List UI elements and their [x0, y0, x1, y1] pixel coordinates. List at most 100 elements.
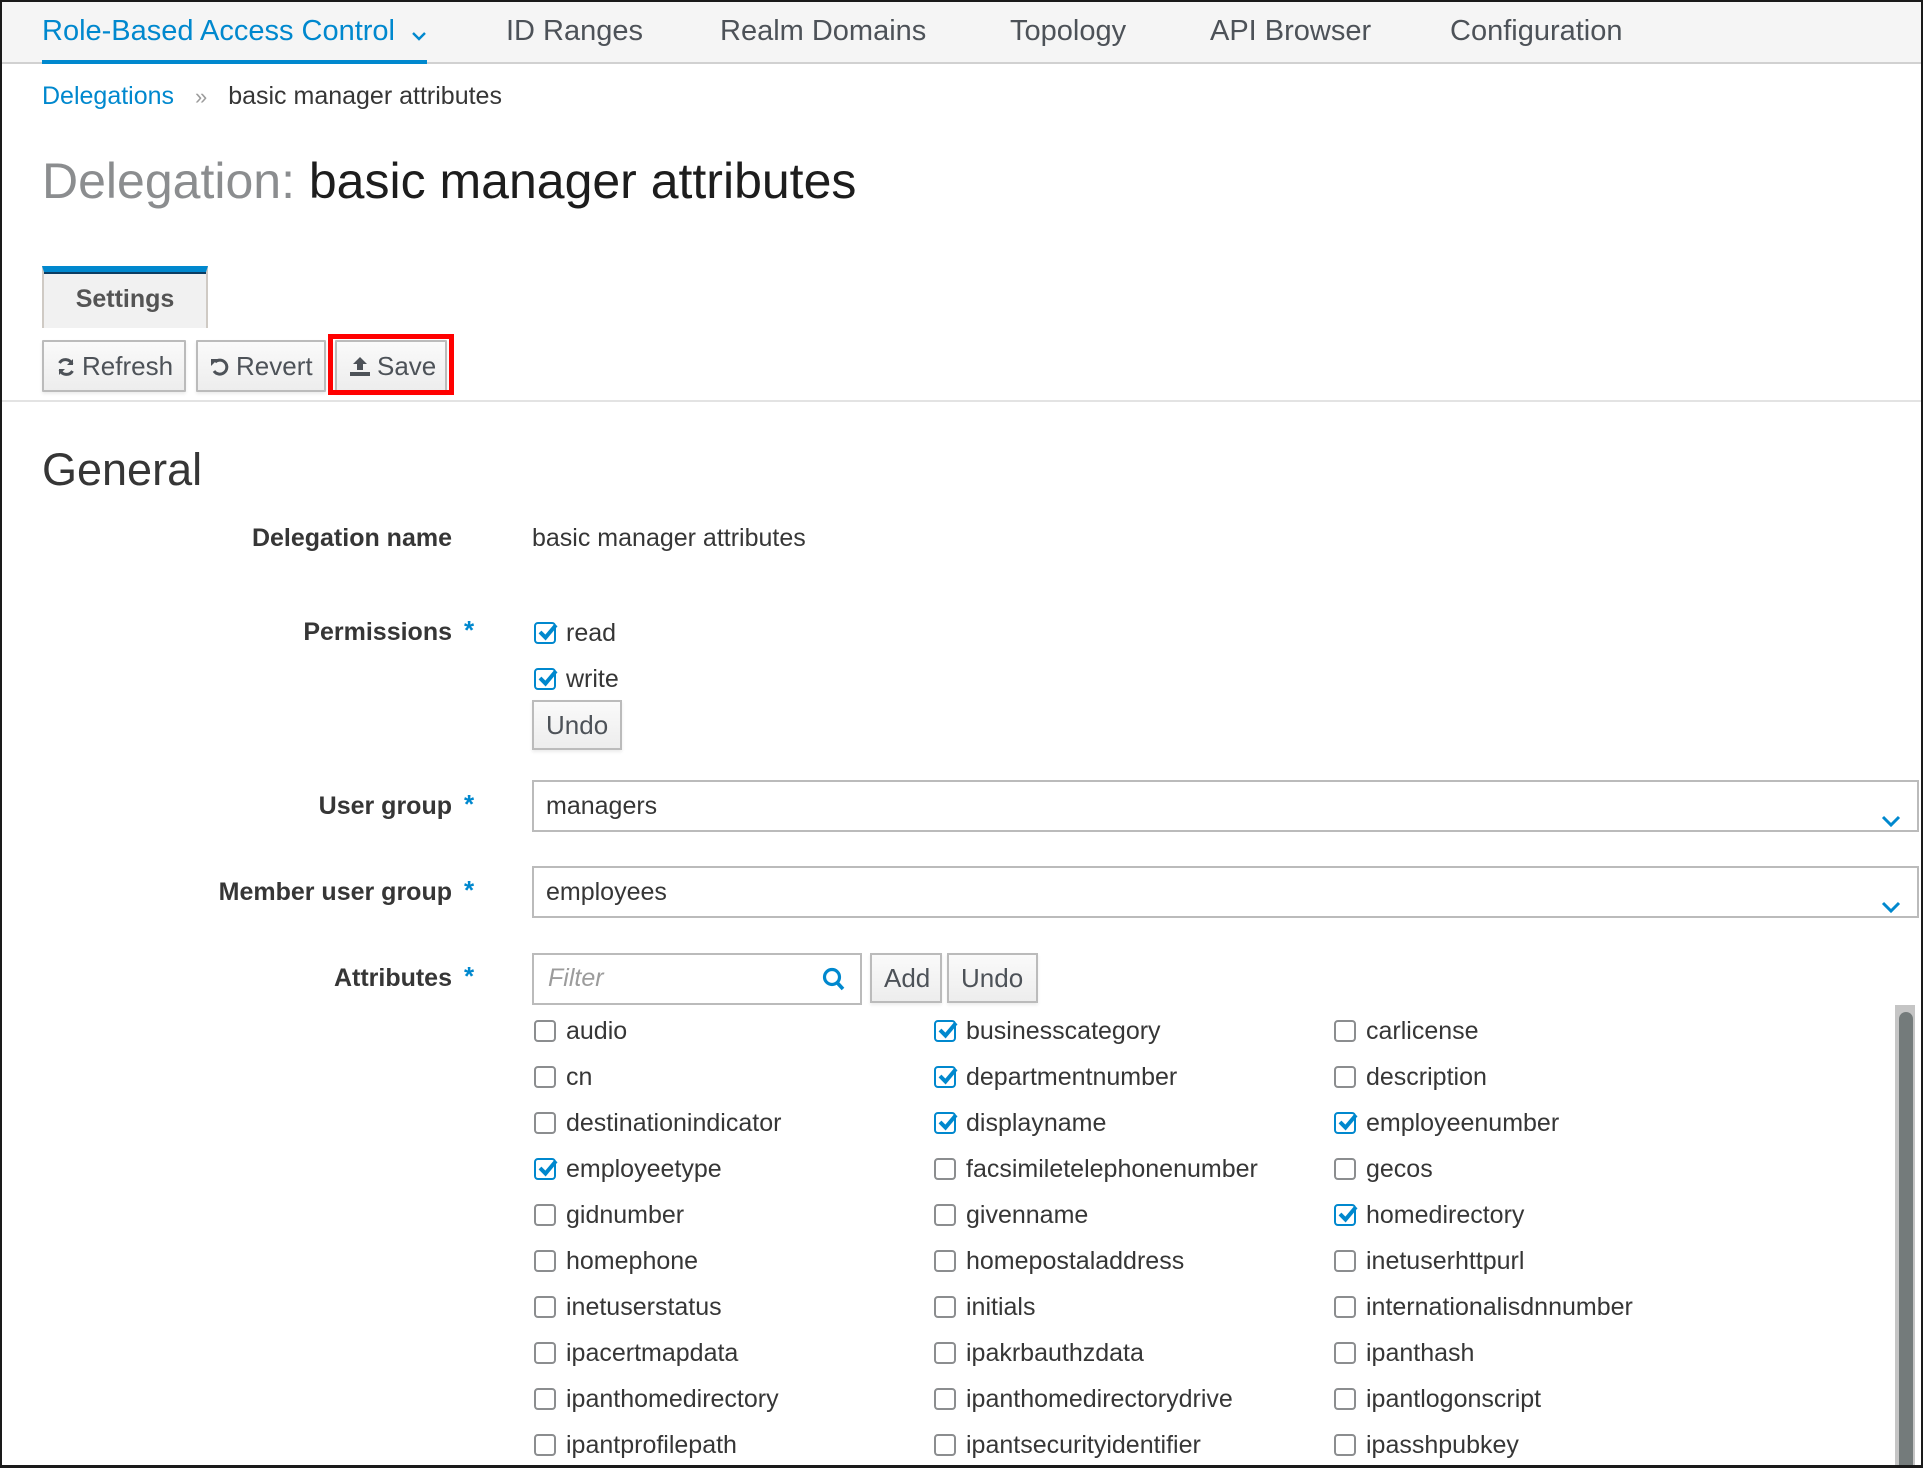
permissions-undo-button[interactable]: Undo: [532, 700, 622, 750]
delegation-name-value: basic manager attributes: [532, 524, 806, 552]
breadcrumb-delegations-link[interactable]: Delegations: [42, 82, 174, 110]
checkbox-checked-icon: [934, 1066, 958, 1089]
attribute-label: businesscategory: [966, 1017, 1161, 1046]
chevron-down-icon: [1881, 796, 1901, 844]
breadcrumb: Delegations » basic manager attributes: [42, 78, 502, 115]
attribute-checkbox-homedirectory[interactable]: homedirectory: [1334, 1197, 1524, 1232]
attribute-checkbox-ipantprofilepath[interactable]: ipantprofilepath: [534, 1427, 737, 1462]
undo-icon: [210, 344, 230, 392]
nav-item-topology[interactable]: Topology: [1010, 2, 1126, 62]
revert-button[interactable]: Revert: [196, 340, 326, 392]
attribute-checkbox-audio[interactable]: audio: [534, 1013, 627, 1048]
save-button[interactable]: Save: [335, 340, 447, 392]
attribute-label: description: [1366, 1063, 1487, 1092]
checkbox-unchecked-icon: [1334, 1388, 1356, 1411]
checkbox-checked-icon: [534, 1158, 558, 1181]
checkbox-checked-icon: [1334, 1204, 1358, 1227]
nav-item-id-ranges[interactable]: ID Ranges: [506, 2, 643, 62]
user-group-select[interactable]: managers: [532, 780, 1919, 832]
attributes-undo-button[interactable]: Undo: [947, 953, 1038, 1003]
checkbox-unchecked-icon: [534, 1342, 556, 1365]
attribute-checkbox-facsimiletelephonenumber[interactable]: facsimiletelephonenumber: [934, 1151, 1258, 1186]
attribute-checkbox-carlicense[interactable]: carlicense: [1334, 1013, 1479, 1048]
attribute-checkbox-departmentnumber[interactable]: departmentnumber: [934, 1059, 1177, 1094]
attribute-label: ipantsecurityidentifier: [966, 1431, 1201, 1460]
attribute-checkbox-inetuserhttpurl[interactable]: inetuserhttpurl: [1334, 1243, 1524, 1278]
attribute-checkbox-employeenumber[interactable]: employeenumber: [1334, 1105, 1559, 1140]
attributes-scrollbar-thumb[interactable]: [1899, 1012, 1913, 1465]
checkbox-unchecked-icon: [534, 1250, 556, 1273]
attribute-checkbox-displayname[interactable]: displayname: [934, 1105, 1106, 1140]
required-marker: *: [464, 961, 475, 991]
checkbox-unchecked-icon: [934, 1434, 956, 1457]
attribute-label: ipanthomedirectorydrive: [966, 1385, 1233, 1414]
nav-item-rbac[interactable]: Role-Based Access Control: [42, 2, 428, 64]
attribute-checkbox-ipasshpubkey[interactable]: ipasshpubkey: [1334, 1427, 1519, 1462]
delegation-name-label: Delegation name: [251, 524, 452, 552]
attribute-label: ipantlogonscript: [1366, 1385, 1542, 1414]
page-title-name: basic manager attributes: [308, 153, 857, 209]
checkbox-unchecked-icon: [1334, 1020, 1356, 1043]
checkbox-checked-icon: [934, 1112, 958, 1135]
attribute-checkbox-ipanthomedirectory[interactable]: ipanthomedirectory: [534, 1381, 779, 1416]
attribute-label: ipacertmapdata: [566, 1339, 739, 1368]
attribute-checkbox-ipantsecurityidentifier[interactable]: ipantsecurityidentifier: [934, 1427, 1201, 1462]
checkbox-unchecked-icon: [1334, 1434, 1356, 1457]
attribute-checkbox-ipakrbauthzdata[interactable]: ipakrbauthzdata: [934, 1335, 1144, 1370]
attribute-checkbox-internationalisdnnumber[interactable]: internationalisdnnumber: [1334, 1289, 1633, 1324]
attribute-checkbox-cn[interactable]: cn: [534, 1059, 592, 1094]
refresh-icon: [56, 344, 76, 392]
checkbox-unchecked-icon: [534, 1020, 556, 1043]
breadcrumb-current: basic manager attributes: [228, 82, 502, 110]
attribute-label: inetuserhttpurl: [1366, 1247, 1525, 1276]
attribute-filter-field: [532, 953, 862, 1005]
nav-item-configuration[interactable]: Configuration: [1450, 2, 1623, 62]
attribute-checkbox-homephone[interactable]: homephone: [534, 1243, 698, 1278]
attribute-filter-input[interactable]: [546, 955, 816, 1001]
attribute-checkbox-ipantlogonscript[interactable]: ipantlogonscript: [1334, 1381, 1541, 1416]
attribute-label: homedirectory: [1366, 1201, 1525, 1230]
refresh-button-label: Refresh: [82, 351, 174, 381]
checkbox-checked-icon: [1334, 1112, 1358, 1135]
upload-icon: [349, 344, 371, 392]
attribute-checkbox-gecos[interactable]: gecos: [1334, 1151, 1433, 1186]
attribute-checkbox-description[interactable]: description: [1334, 1059, 1487, 1094]
toolbar-divider: [2, 400, 1921, 402]
save-button-label: Save: [377, 351, 437, 381]
attribute-checkbox-ipacertmapdata[interactable]: ipacertmapdata: [534, 1335, 738, 1370]
attribute-label: displayname: [966, 1109, 1107, 1138]
attribute-checkbox-givenname[interactable]: givenname: [934, 1197, 1088, 1232]
search-icon[interactable]: [822, 967, 846, 998]
attribute-checkbox-gidnumber[interactable]: gidnumber: [534, 1197, 684, 1232]
permission-write-checkbox[interactable]: write: [534, 661, 619, 696]
attribute-label: cn: [566, 1063, 593, 1092]
attribute-checkbox-employeetype[interactable]: employeetype: [534, 1151, 722, 1186]
checkbox-unchecked-icon: [934, 1250, 956, 1273]
attribute-checkbox-initials[interactable]: initials: [934, 1289, 1035, 1324]
attribute-label: employeenumber: [1366, 1109, 1560, 1138]
attribute-checkbox-businesscategory[interactable]: businesscategory: [934, 1013, 1161, 1048]
attribute-label: departmentnumber: [966, 1063, 1178, 1092]
nav-item-realm-domains[interactable]: Realm Domains: [720, 2, 926, 62]
checkbox-unchecked-icon: [1334, 1066, 1356, 1089]
window-border-left: [0, 0, 2, 1468]
checkbox-unchecked-icon: [534, 1112, 556, 1135]
member-user-group-select[interactable]: employees: [532, 866, 1919, 918]
nav-item-api-browser[interactable]: API Browser: [1210, 2, 1371, 62]
permission-read-checkbox[interactable]: read: [534, 615, 616, 650]
nav-item-label: Role-Based Access Control: [42, 15, 395, 47]
attribute-checkbox-destinationindicator[interactable]: destinationindicator: [534, 1105, 781, 1140]
attribute-label: destinationindicator: [566, 1109, 782, 1138]
attribute-checkbox-inetuserstatus[interactable]: inetuserstatus: [534, 1289, 722, 1324]
attribute-checkbox-ipanthomedirectorydrive[interactable]: ipanthomedirectorydrive: [934, 1381, 1233, 1416]
required-marker: *: [464, 875, 475, 905]
breadcrumb-separator: »: [194, 84, 208, 109]
refresh-button[interactable]: Refresh: [42, 340, 186, 392]
checkbox-unchecked-icon: [534, 1296, 556, 1319]
attribute-label: gidnumber: [566, 1201, 685, 1230]
add-attribute-button[interactable]: Add: [870, 953, 942, 1003]
tab-settings[interactable]: Settings: [42, 266, 208, 328]
checkbox-unchecked-icon: [934, 1296, 956, 1319]
attribute-checkbox-ipanthash[interactable]: ipanthash: [1334, 1335, 1474, 1370]
attribute-checkbox-homepostaladdress[interactable]: homepostaladdress: [934, 1243, 1184, 1278]
